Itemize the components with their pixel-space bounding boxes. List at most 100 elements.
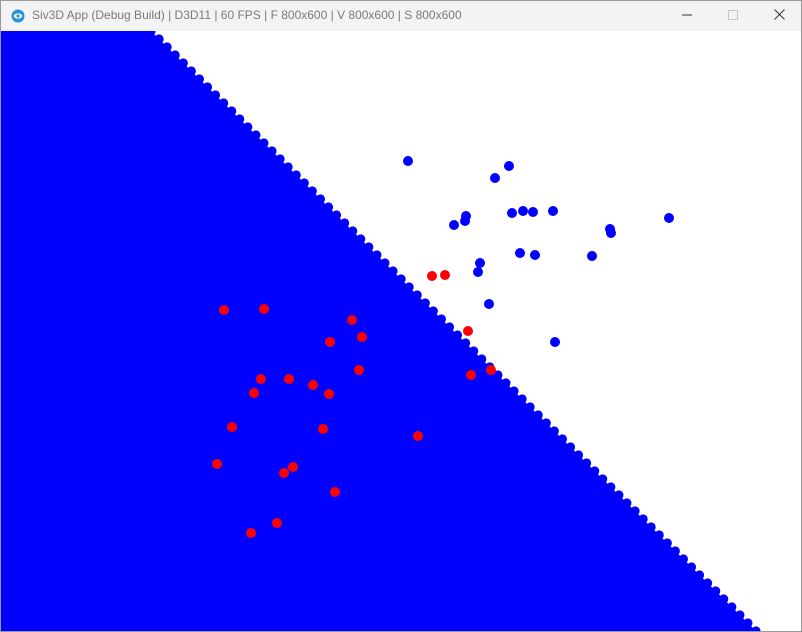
boundary-dot [388, 266, 398, 276]
boundary-dot [590, 466, 600, 476]
red-point [427, 271, 437, 281]
boundary-dot [428, 306, 438, 316]
scene-svg [1, 31, 761, 631]
red-point [463, 326, 473, 336]
boundary-dot [251, 130, 261, 140]
boundary-dot [404, 282, 414, 292]
boundary-dot [533, 410, 543, 420]
boundary-dot [259, 138, 269, 148]
red-point [324, 389, 334, 399]
blue-point [548, 206, 558, 216]
blue-point [490, 173, 500, 183]
siv3d-app-icon [11, 9, 25, 23]
red-point [259, 304, 269, 314]
red-point [357, 332, 367, 342]
boundary-dot [154, 34, 164, 44]
boundary-dot [396, 274, 406, 284]
red-point [325, 337, 335, 347]
red-point [413, 431, 423, 441]
boundary-dot [340, 218, 350, 228]
boundary-dot [622, 498, 632, 508]
boundary-dot [202, 82, 213, 92]
boundary-dot [686, 562, 697, 572]
close-button[interactable] [756, 1, 802, 31]
red-point [354, 365, 364, 375]
boundary-dot [703, 578, 713, 588]
boundary-dot [348, 226, 358, 236]
boundary-dot [299, 178, 309, 188]
region-dot-texture [1, 31, 756, 631]
app-window: Siv3D App (Debug Build) | D3D11 | 60 FPS… [0, 0, 802, 632]
boundary-dot [412, 290, 422, 300]
red-point [219, 305, 229, 315]
maximize-icon [728, 7, 738, 25]
boundary-dot [331, 210, 342, 220]
title-bar[interactable]: Siv3D App (Debug Build) | D3D11 | 60 FPS… [1, 1, 801, 31]
boundary-dot [727, 602, 737, 612]
boundary-dot [678, 554, 689, 564]
red-point [308, 380, 318, 390]
maximize-button[interactable] [710, 1, 756, 31]
boundary-dot [517, 394, 527, 404]
red-point [284, 374, 294, 384]
boundary-dot [557, 434, 568, 444]
blue-point [587, 251, 597, 261]
blue-point [518, 206, 528, 216]
close-icon [773, 7, 785, 25]
red-point [330, 487, 340, 497]
boundary-dot [210, 90, 221, 100]
boundary-dot [380, 258, 390, 268]
boundary-dot [243, 122, 253, 132]
boundary-dot [364, 242, 374, 252]
boundary-dot [162, 42, 172, 52]
boundary-dot [275, 154, 285, 164]
blue-point [530, 250, 540, 260]
blue-point [550, 337, 560, 347]
boundary-dot [227, 106, 237, 116]
boundary-dot [356, 234, 366, 244]
boundary-dot [315, 194, 325, 204]
boundary-dot [235, 114, 245, 124]
boundary-dot [751, 626, 761, 631]
boundary-dot [477, 354, 487, 364]
blue-point [484, 299, 494, 309]
boundary-dot [267, 146, 277, 156]
minimize-icon [682, 7, 692, 25]
boundary-dot [461, 338, 471, 348]
red-point [486, 365, 496, 375]
red-point [466, 370, 476, 380]
boundary-dot [719, 594, 729, 604]
boundary-dot [283, 162, 293, 172]
boundary-dot [565, 442, 576, 452]
boundary-dot [573, 450, 584, 460]
blue-point [606, 228, 616, 238]
blue-point [507, 208, 517, 218]
boundary-dot [711, 586, 721, 596]
boundary-dot [525, 402, 535, 412]
app-canvas[interactable] [1, 31, 801, 631]
red-point [227, 422, 237, 432]
classified-region [1, 31, 756, 631]
blue-point [475, 258, 485, 268]
boundary-dot [598, 474, 608, 484]
boundary-dot [549, 426, 559, 436]
blue-point [515, 248, 525, 258]
red-point [440, 270, 450, 280]
boundary-dot [670, 546, 680, 556]
boundary-dot [654, 530, 664, 540]
boundary-dot [420, 298, 430, 308]
red-point [212, 459, 222, 469]
boundary-dot [469, 346, 479, 356]
boundary-dot [170, 50, 180, 60]
boundary-dot [582, 458, 592, 468]
boundary-dot [372, 250, 382, 260]
minimize-button[interactable] [664, 1, 710, 31]
boundary-dot [323, 202, 334, 212]
boundary-dot [630, 506, 640, 516]
window-title: Siv3D App (Debug Build) | D3D11 | 60 FPS… [32, 8, 462, 22]
boundary-dot [743, 618, 753, 628]
red-point [279, 468, 289, 478]
boundary-dot [694, 570, 705, 580]
boundary-dot [186, 66, 196, 76]
boundary-dot [178, 58, 188, 68]
